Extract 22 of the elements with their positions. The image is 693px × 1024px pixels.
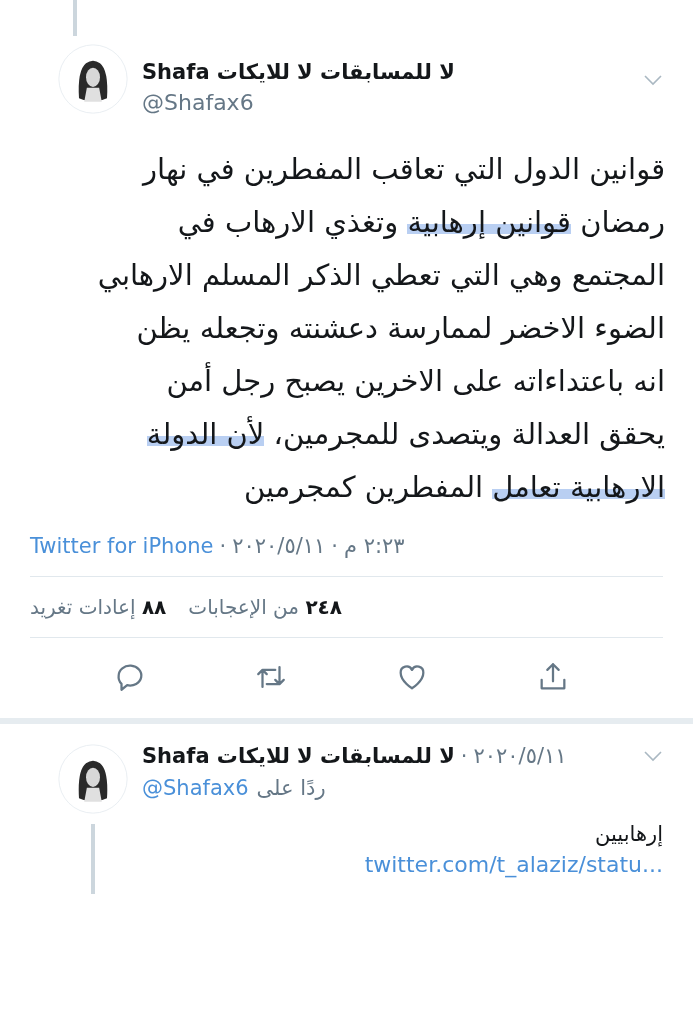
author-name[interactable]: لا للمسابقات لا للايكات Shafa — [142, 744, 455, 768]
tweet-text-line: الضوء الاخضر لممارسة دعشنته وتجعله يظن — [136, 310, 665, 347]
separator-dot: · — [460, 744, 468, 768]
tweet-text-line: انه باعتداءاته على الاخرين يصبح رجل أمن — [166, 361, 665, 400]
author-name[interactable]: لا للمسابقات لا للايكات Shafa — [142, 60, 455, 84]
author-handle[interactable]: @Shafax6 — [142, 90, 254, 115]
stat-count[interactable]: ٢٤٨ من الإعجابات — [188, 595, 342, 619]
separator-dot: · — [331, 534, 338, 558]
reply-date: ٢٠٢٠/٥/١١ — [473, 744, 567, 768]
tweet-text-line: المجتمع وهي التي تعطي الذكر المسلم الارهابي — [97, 257, 665, 295]
tweet-text-line: الارهابية تعامل المفطرين كمجرمين — [243, 469, 665, 506]
replying-to-label: ردًا على — [256, 776, 326, 800]
avatar[interactable] — [58, 44, 128, 114]
tweet-text-line: يحقق العدالة ويتصدى للمجرمين، لأن الدولة — [146, 415, 665, 453]
tweet-text-line: رمضان قوانين إرهابية وتغذي الارهاب في — [177, 204, 665, 242]
reply-text: إرهابيين — [595, 821, 663, 846]
tweet-text-line: قوانين الدول التي تعاقب المفطرين في نهار — [143, 151, 665, 189]
tweet-date: ٢٠٢٠/٥/١١ — [232, 534, 326, 558]
tweet-time: ٢:٢٣ م — [344, 534, 405, 558]
avatar[interactable] — [58, 744, 128, 814]
separator-dot: · — [219, 534, 227, 558]
stat-count[interactable]: ٨٨ إعادات تغريد — [30, 595, 167, 619]
